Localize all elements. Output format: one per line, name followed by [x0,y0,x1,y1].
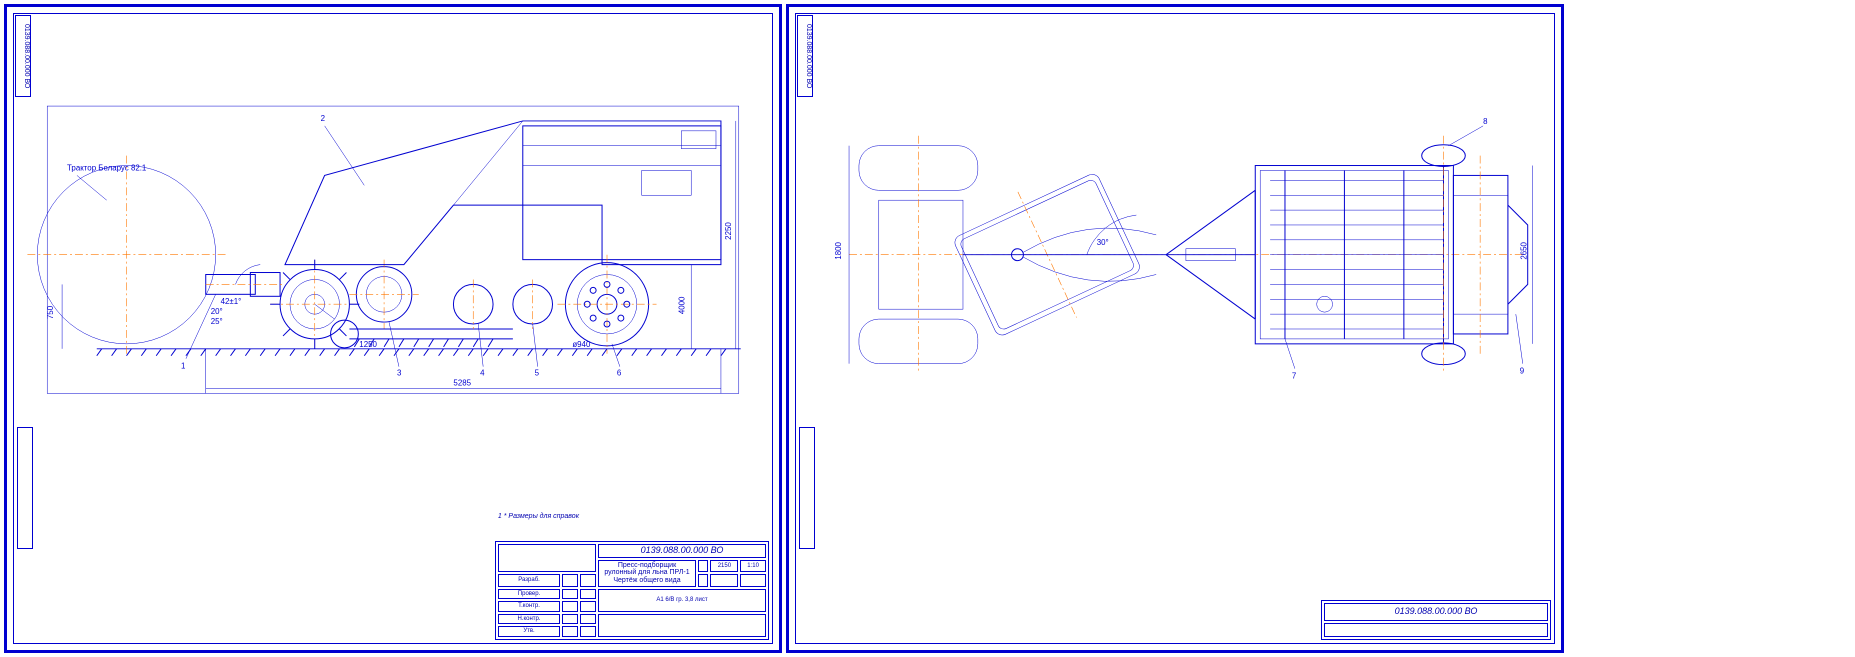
title-block-1: 0139.088.00.000 ВО Пресс-подборщик рулон… [495,541,769,640]
callout-9: 9 [1520,367,1525,376]
dim-angle1: 42±1° [221,297,242,306]
top-view-drawing: 30° [789,7,1561,650]
dim-length: 5285 [453,378,471,387]
tb-code: 0139.088.00.000 ВО [598,544,766,558]
callout-4: 4 [480,369,485,378]
dim-height: 2250 [724,222,733,240]
callout-5: 5 [535,369,540,378]
callout-8: 8 [1483,117,1488,126]
callout-1: 1 [181,362,186,371]
dim-angle2: 20° [211,307,223,316]
tb2-code: 0139.088.00.000 ВО [1324,603,1548,621]
callout-3: 3 [397,369,402,378]
note-1: 1 * Размеры для справок [498,513,579,520]
dim-rear-h: 4000 [677,296,686,314]
callout-2: 2 [321,114,325,123]
sheet-side-view: 0139.088.00.000 ВО [4,4,782,653]
dim-swing: 30° [1097,238,1109,247]
tb-sheet: А1 6/В гр. 3,8 лист [598,589,766,612]
dim-width: 2650 [1520,241,1529,259]
dim-hitch-h: 750 [46,305,55,319]
dim-angle3: 25° [211,317,223,326]
tb-scale: 1:10 [740,560,766,573]
callout-6: 6 [617,369,622,378]
title-block-2: 0139.088.00.000 ВО [1321,600,1551,640]
label-tractor: Трактор Беларус 82.1 [67,163,147,172]
dim-wheel-dist: 1250 [359,340,377,349]
dim-track: 1800 [834,241,843,259]
sheet-top-view: 0139.088.00.000 ВО 30° [786,4,1564,653]
tb-name: Пресс-подборщик рулонный для льна ПРЛ-1 … [598,560,696,587]
tb-mass: 2150 [710,560,738,573]
dim-wheel-dia: ø940 [572,340,591,349]
callout-7: 7 [1292,372,1296,381]
